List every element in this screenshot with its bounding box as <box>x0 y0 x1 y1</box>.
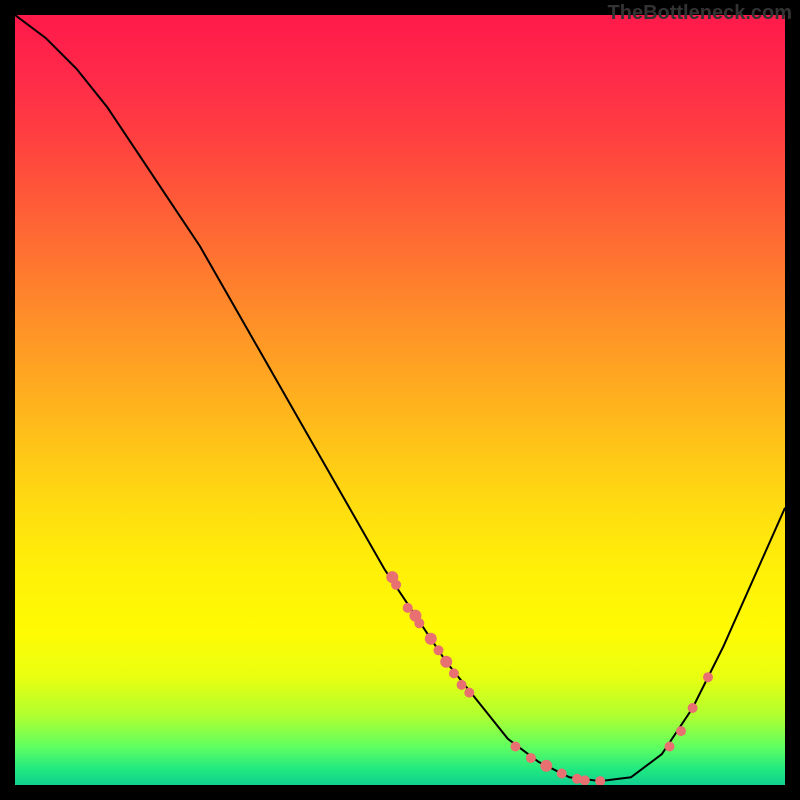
data-point <box>414 618 424 628</box>
data-point <box>665 742 675 752</box>
data-point <box>540 760 552 772</box>
watermark-text: TheBottleneck.com <box>608 2 792 25</box>
data-points-group <box>386 571 713 785</box>
chart-plot-area <box>15 15 785 785</box>
data-point <box>440 656 452 668</box>
data-point <box>580 775 590 785</box>
data-point <box>457 680 467 690</box>
chart-svg <box>15 15 785 785</box>
bottleneck-curve <box>15 15 785 781</box>
data-point <box>391 580 401 590</box>
data-point <box>464 688 474 698</box>
data-point <box>425 633 437 645</box>
data-point <box>511 742 521 752</box>
data-point <box>434 645 444 655</box>
data-point <box>676 726 686 736</box>
data-point <box>688 703 698 713</box>
data-point <box>557 769 567 779</box>
data-point <box>449 668 459 678</box>
data-point <box>703 672 713 682</box>
data-point <box>595 776 605 785</box>
data-point <box>526 753 536 763</box>
